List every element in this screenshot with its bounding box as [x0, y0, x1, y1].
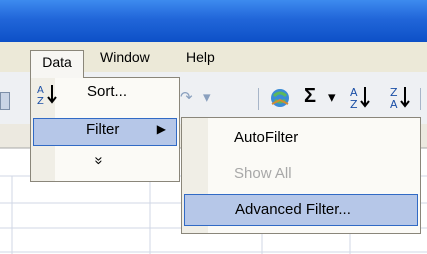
submenu-item-advanced-filter-label: Advanced Filter...	[235, 201, 351, 218]
menu-expand-button[interactable]: »	[33, 150, 177, 178]
redo-dropdown-icon[interactable]: ▾	[203, 88, 211, 108]
data-menu-dropdown: A Z Sort... Filter ▶ »	[30, 77, 180, 182]
svg-text:Z: Z	[37, 96, 44, 106]
sheet-icon[interactable]	[0, 92, 10, 110]
autosum-button[interactable]: Σ	[304, 86, 316, 106]
sort-ascending-icon: A Z	[37, 82, 59, 107]
submenu-item-autofilter[interactable]: AutoFilter	[184, 124, 418, 154]
menu-window[interactable]: Window	[92, 46, 158, 68]
svg-text:Z: Z	[350, 98, 358, 110]
hyperlink-icon[interactable]	[268, 86, 292, 116]
svg-text:A: A	[390, 98, 398, 110]
submenu-item-show-all[interactable]: Show All	[184, 160, 418, 190]
toolbar-separator	[258, 88, 259, 110]
window-title-bar	[0, 0, 427, 42]
chevron-double-down-icon: »	[90, 156, 108, 165]
menu-window-label: Window	[100, 49, 150, 65]
svg-text:A: A	[37, 85, 44, 96]
menu-item-sort[interactable]: A Z Sort...	[33, 80, 177, 108]
submenu-item-advanced-filter[interactable]: Advanced Filter...	[184, 194, 418, 226]
sort-ascending-button[interactable]: A Z	[348, 84, 374, 111]
submenu-item-show-all-label: Show All	[234, 165, 292, 182]
autosum-dropdown-icon[interactable]: ▾	[328, 88, 336, 108]
autosum-label: Σ	[304, 85, 317, 107]
menu-item-filter[interactable]: Filter ▶	[33, 118, 177, 146]
submenu-item-autofilter-label: AutoFilter	[234, 129, 299, 146]
toolbar-separator-end	[420, 88, 421, 110]
redo-icon[interactable]: ↷	[180, 88, 193, 108]
menu-item-filter-label: Filter	[86, 121, 120, 138]
sort-descending-button[interactable]: Z A	[388, 84, 414, 111]
submenu-arrow-icon: ▶	[156, 122, 166, 136]
menu-data[interactable]: Data	[30, 50, 84, 78]
menu-item-sort-label: Sort...	[87, 83, 128, 100]
menu-help[interactable]: Help	[178, 46, 223, 68]
filter-submenu: AutoFilter Show All Advanced Filter...	[181, 117, 421, 234]
menu-data-label: Data	[42, 54, 72, 70]
menu-help-label: Help	[186, 49, 215, 65]
